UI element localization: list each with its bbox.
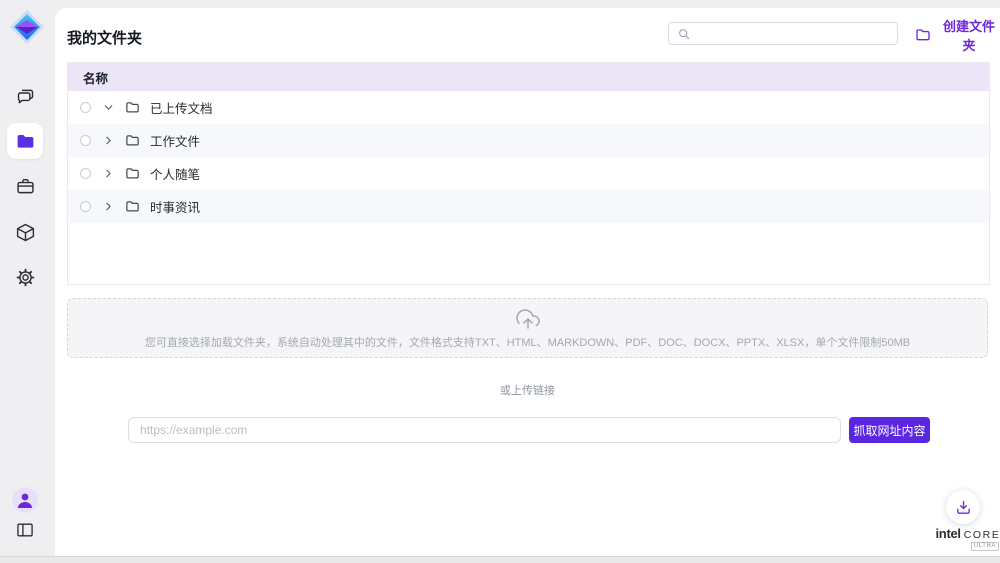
row-checkbox[interactable] <box>80 201 91 212</box>
gear-icon <box>15 267 36 288</box>
sidebar-item-cube[interactable] <box>7 214 43 250</box>
page-title: 我的文件夹 <box>67 27 142 48</box>
chat-icon <box>15 86 36 107</box>
folder-table: 名称 已上传文档 工作文件 <box>67 62 990 285</box>
upload-dropzone[interactable]: 您可直接选择加载文件夹，系统自动处理其中的文件，文件格式支持TXT、HTML、M… <box>67 298 988 358</box>
fetch-url-button[interactable]: 抓取网址内容 <box>849 417 930 443</box>
chevron-right-icon[interactable] <box>101 134 115 147</box>
table-row[interactable]: 已上传文档 <box>68 91 989 124</box>
sidebar <box>0 0 55 556</box>
user-avatar[interactable] <box>12 487 38 513</box>
download-fab-button[interactable] <box>946 490 980 524</box>
row-checkbox[interactable] <box>80 135 91 146</box>
search-icon <box>677 27 691 41</box>
download-icon <box>955 499 972 516</box>
sidebar-item-briefcase[interactable] <box>7 168 43 204</box>
briefcase-icon <box>15 176 36 197</box>
folder-name: 时事资讯 <box>150 197 200 216</box>
create-folder-button[interactable]: 创建文件夹 <box>915 24 1000 46</box>
core-text: CORE <box>964 529 1000 541</box>
table-row[interactable]: 时事资讯 <box>68 190 989 223</box>
folder-icon <box>125 199 140 214</box>
sidebar-item-chat[interactable] <box>7 78 43 114</box>
folder-icon <box>125 166 140 181</box>
chevron-right-icon[interactable] <box>101 200 115 213</box>
cloud-upload-icon <box>516 307 540 331</box>
intel-core-logo: intel CORE ULTRA <box>923 526 1000 551</box>
search-box <box>668 22 898 45</box>
row-checkbox[interactable] <box>80 168 91 179</box>
bottom-strip <box>0 556 1000 563</box>
sidebar-item-settings[interactable] <box>7 259 43 295</box>
folder-icon <box>125 133 140 148</box>
folder-name: 工作文件 <box>150 131 200 150</box>
intel-text: intel <box>936 526 961 541</box>
cube-icon <box>15 222 36 243</box>
main-content: 我的文件夹 创建文件夹 名称 <box>55 8 1000 556</box>
collapse-panel-icon[interactable] <box>7 512 43 548</box>
sidebar-item-folders[interactable] <box>7 123 43 159</box>
row-checkbox[interactable] <box>80 102 91 113</box>
folder-icon <box>125 100 140 115</box>
folder-name: 已上传文档 <box>150 98 213 117</box>
url-input[interactable] <box>128 417 841 443</box>
app-window: 我的文件夹 创建文件夹 名称 <box>0 0 1000 563</box>
upload-link-divider: 或上传链接 <box>55 382 1000 398</box>
folder-plus-icon <box>915 27 931 43</box>
create-folder-label: 创建文件夹 <box>938 16 1000 54</box>
folder-name: 个人随笔 <box>150 164 200 183</box>
ultra-badge: ULTRA <box>971 542 999 551</box>
table-row[interactable]: 个人随笔 <box>68 157 989 190</box>
chevron-right-icon[interactable] <box>101 167 115 180</box>
table-row[interactable]: 工作文件 <box>68 124 989 157</box>
app-logo-icon[interactable] <box>8 8 46 46</box>
search-input[interactable] <box>697 27 889 41</box>
table-header-name: 名称 <box>68 63 989 91</box>
upload-hint-text: 您可直接选择加载文件夹，系统自动处理其中的文件，文件格式支持TXT、HTML、M… <box>145 334 910 350</box>
chevron-down-icon[interactable] <box>101 101 115 114</box>
folder-filled-icon <box>15 131 36 152</box>
